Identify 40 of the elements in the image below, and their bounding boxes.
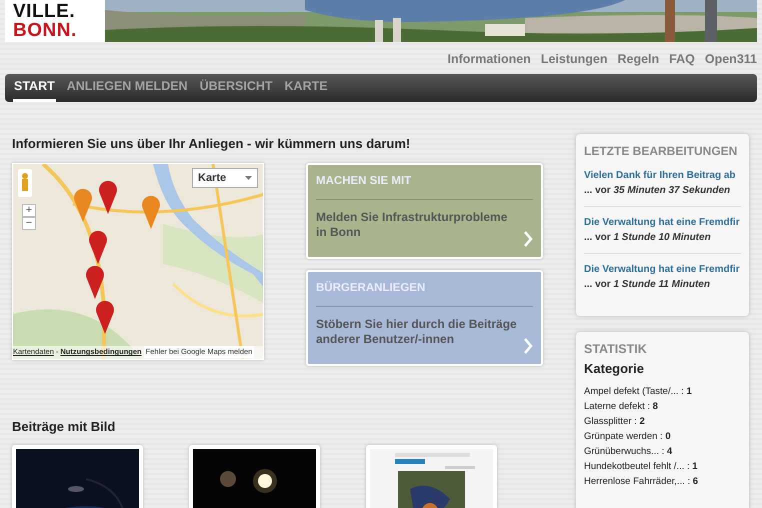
statistic-row-text: Grünpate werden : 0 xyxy=(584,430,672,444)
logo[interactable]: VILLE. BONN. xyxy=(5,0,105,42)
zoom-out-button[interactable]: − xyxy=(22,216,36,230)
tile-text: Melden Sie Infrastrukturprobleme in Bonn xyxy=(316,208,508,241)
nav-tab[interactable]: ANLIEGEN MELDEN xyxy=(66,74,189,102)
link-tile[interactable]: BÜRGERANLIEGEN Stöbern Sie hier durch die Beiträge anderer Benutzer/-innen xyxy=(306,270,543,366)
intro-heading: Informieren Sie uns über Ihr Anliegen - wir kümmern uns darum! xyxy=(12,135,412,153)
top-link[interactable]: Regeln xyxy=(617,50,660,74)
top-link[interactable]: FAQ xyxy=(669,50,695,74)
nav-tab[interactable]: KARTE xyxy=(284,74,329,102)
entry-link[interactable]: Vielen Dank für Ihren Beitrag ab xyxy=(584,170,736,181)
statistic-row-text: Herrenlose Fahrräder,... : 6 xyxy=(584,475,700,490)
statistic-row-text: Ampel defekt (Taste/... : 1 xyxy=(584,385,693,400)
entry-link[interactable]: Die Verwaltung hat eine Fremdfir xyxy=(584,217,740,228)
recent-edit-entry: Die Verwaltung hat eine Fremdfir ... vor 1 Stunde 11 Minuten xyxy=(584,263,741,292)
nav-tab[interactable]: ÜBERSICHT xyxy=(198,74,274,102)
link-tile[interactable]: MACHEN SIE MIT Melden Sie Infrastrukturprobleme in Bonn xyxy=(306,162,543,258)
entry-link[interactable]: Die Verwaltung hat eine Fremdfir xyxy=(584,264,740,275)
recent-edit-entry: Die Verwaltung hat eine Fremdfir ... vor 1 Stunde 10 Minuten xyxy=(584,207,741,254)
tile-text: Stöbern Sie hier durch die Beiträge anderer Benutzer/-innen xyxy=(316,316,518,348)
statistic-row-text: Hundekotbeutel fehlt /... : 1 xyxy=(584,460,699,474)
statistic-row-text: Laterne defekt : 8 xyxy=(584,400,659,414)
top-link[interactable]: Open311 xyxy=(704,50,757,74)
top-link[interactable]: Informationen xyxy=(447,50,531,74)
chevron-icon xyxy=(524,230,533,246)
zoom-in-button[interactable]: + xyxy=(22,204,36,216)
statistic-row-text: Glassplitter : 2 xyxy=(584,415,646,430)
tile-title: BÜRGERANLIEGEN xyxy=(316,278,533,307)
caret-icon xyxy=(245,176,252,180)
panel-subtitle: Kategorie xyxy=(584,360,645,378)
top-link[interactable]: Leistungen xyxy=(540,50,608,74)
gallery-heading: Beiträge mit Bild xyxy=(12,418,116,436)
statistic-row-text: Grünüberwuchs... : 4 xyxy=(584,445,674,460)
panel-title: LETZTE BEARBEITUNGEN xyxy=(584,143,738,160)
tile-title: MACHEN SIE MIT xyxy=(316,170,533,200)
nav-tab[interactable]: START xyxy=(13,74,56,102)
chevron-icon xyxy=(524,338,533,354)
panel-title: STATISTIK xyxy=(584,341,648,358)
map-type-dropdown[interactable]: Karte xyxy=(192,168,258,188)
recent-edit-entry: Vielen Dank für Ihren Beitrag ab ... vor 35 Minuten 37 Sekunden xyxy=(584,160,741,207)
